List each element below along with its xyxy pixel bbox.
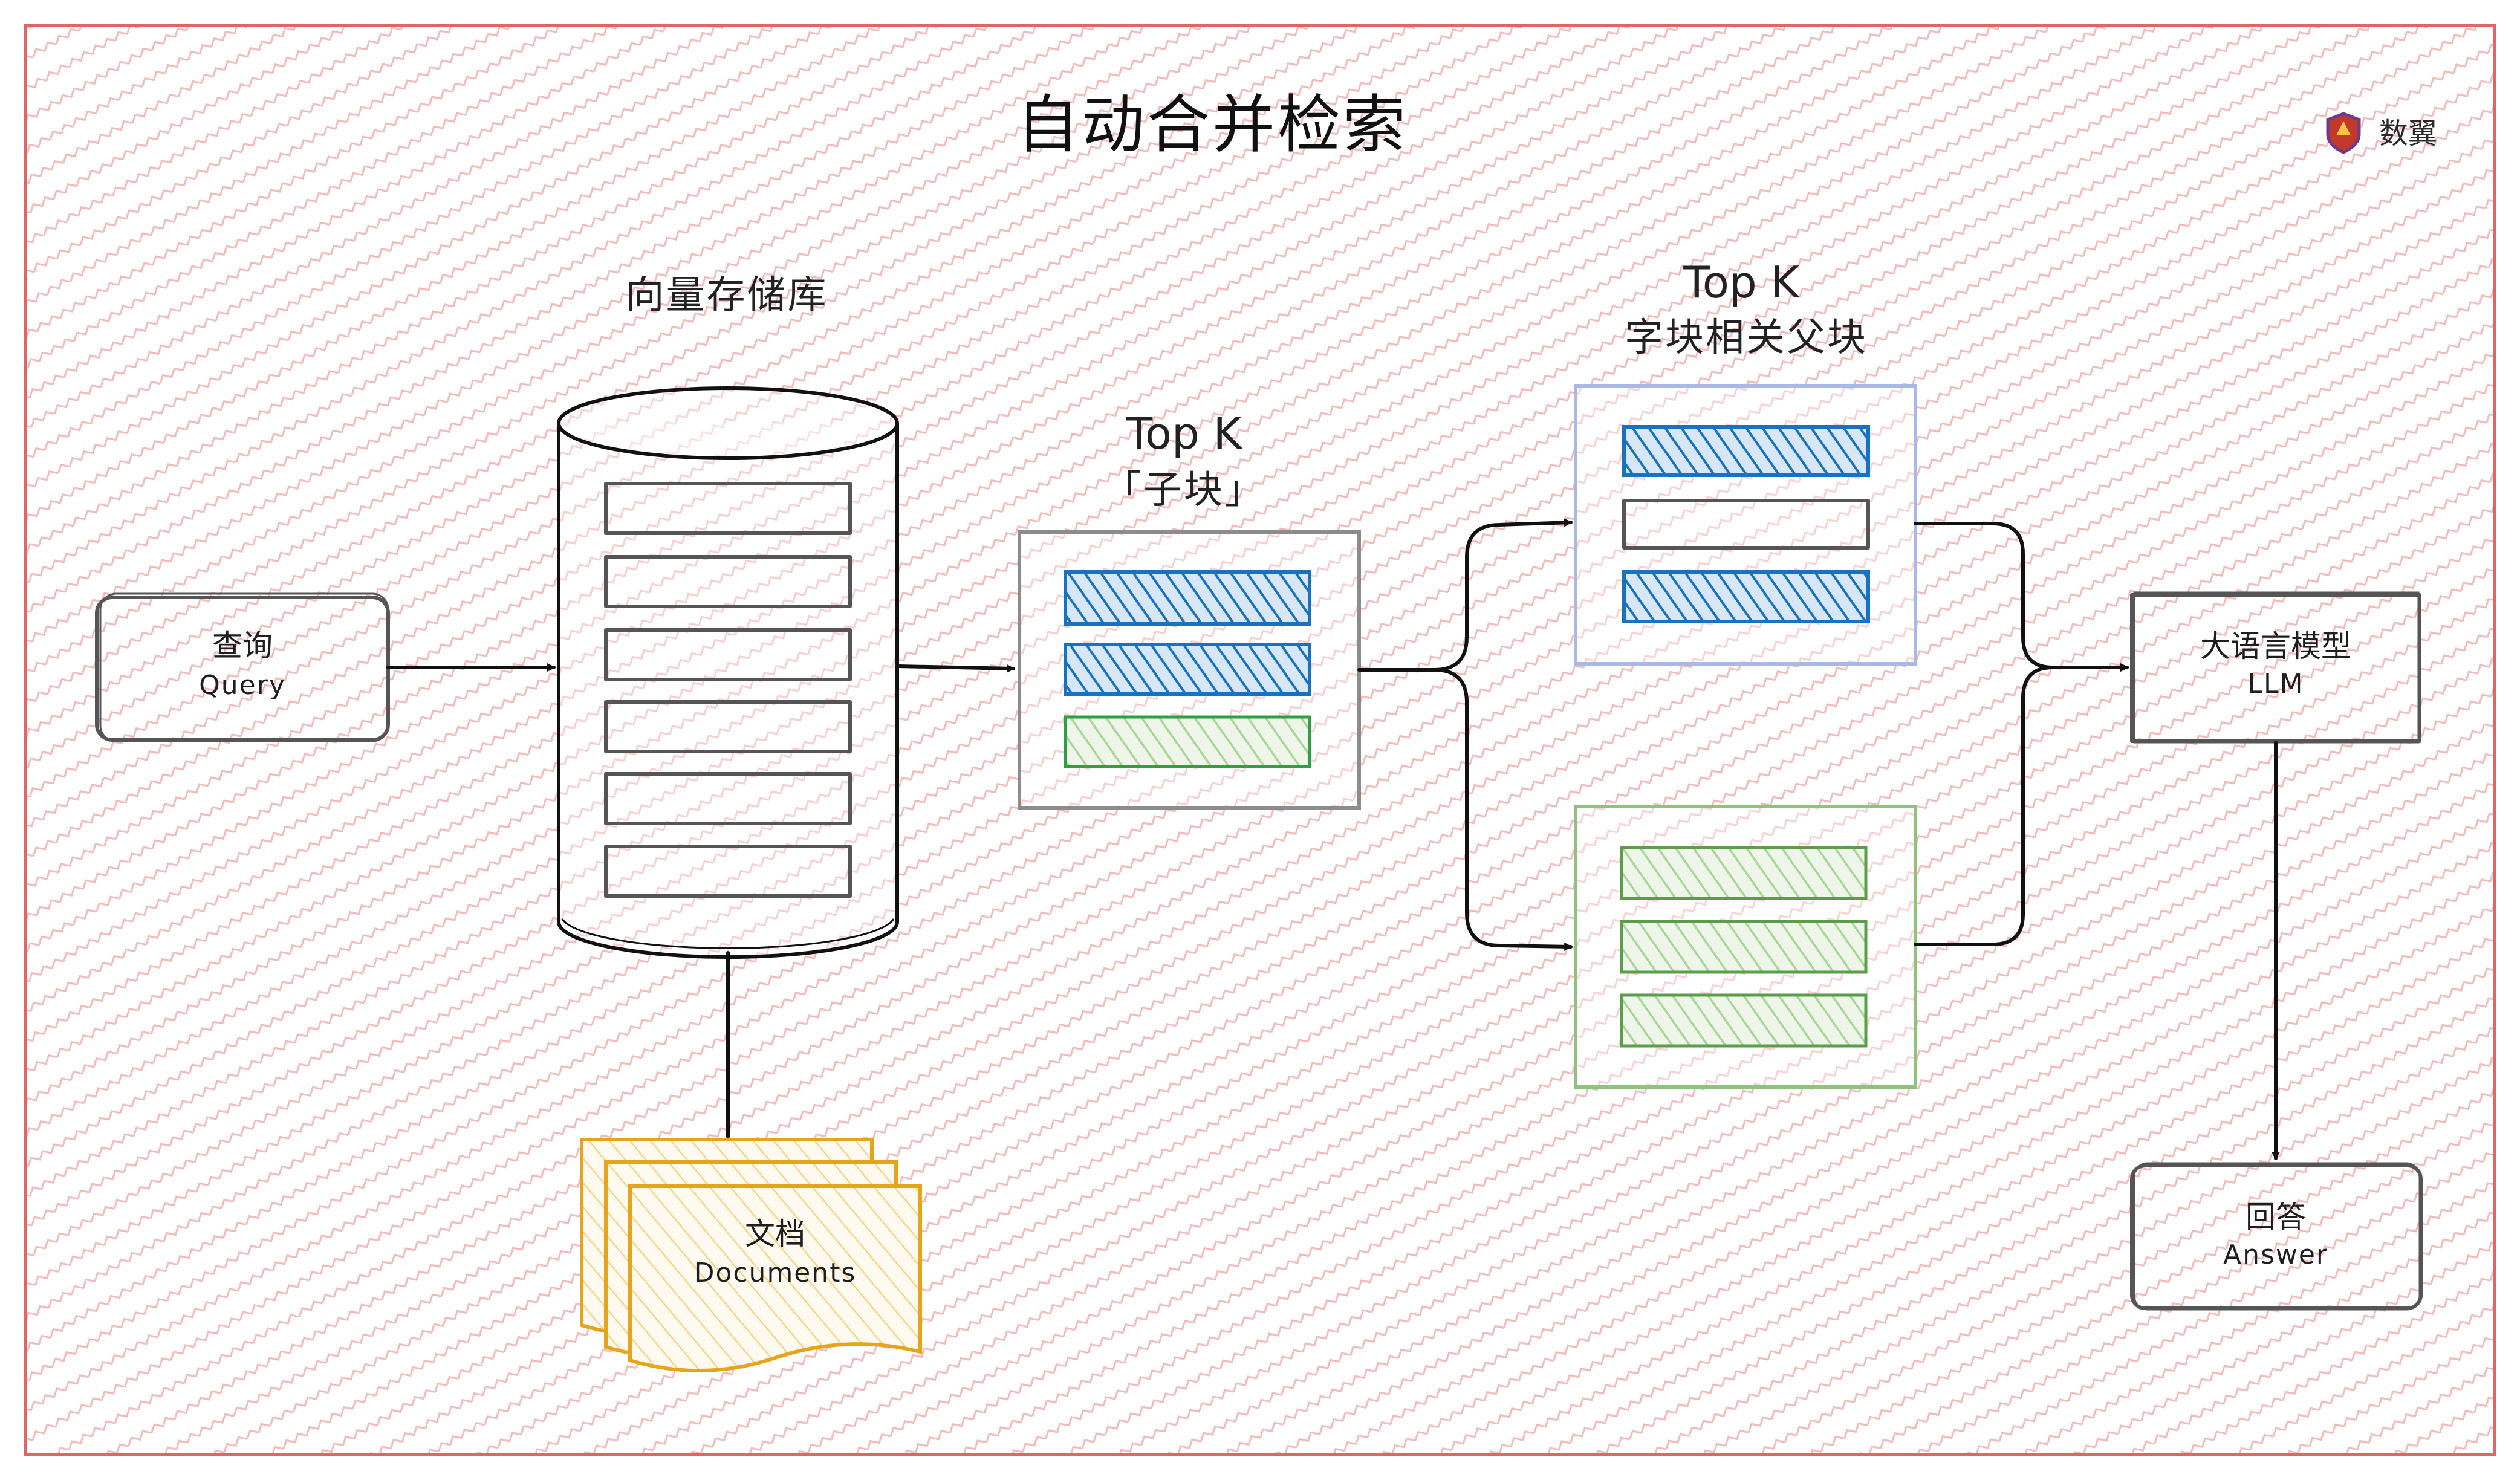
diagram-title: 自动合并检索 bbox=[1016, 88, 1408, 161]
vector-store-label: 向量存储库 bbox=[626, 273, 828, 318]
parent-chunk-box-green[interactable] bbox=[1574, 805, 1917, 1089]
auto-merge-retrieval-diagram: 自动合并检索 数翼 查询 Query 向量存储库 文档 Documents To… bbox=[0, 0, 2520, 1480]
child-chunks-label-bottom: 「子块」 bbox=[1103, 468, 1265, 513]
child-chunk-blue bbox=[1064, 570, 1311, 626]
parent-chunk-box-blue[interactable] bbox=[1574, 384, 1917, 666]
brand-logo: 数翼 bbox=[2326, 112, 2437, 154]
parent-chunk-green bbox=[1620, 920, 1868, 974]
query-subtitle: Query bbox=[199, 670, 286, 701]
child-chunk-green bbox=[1064, 715, 1311, 768]
child-chunks-box[interactable] bbox=[1018, 530, 1361, 810]
documents-title: 文档 bbox=[745, 1216, 805, 1251]
diagram-canvas: 自动合并检索 数翼 查询 Query 向量存储库 文档 Documents To… bbox=[0, 0, 2520, 1480]
query-title: 查询 bbox=[212, 628, 273, 663]
documents-subtitle: Documents bbox=[694, 1258, 857, 1288]
brand-name: 数翼 bbox=[2379, 117, 2437, 151]
parent-chunk-green bbox=[1620, 993, 1868, 1048]
llm-subtitle: LLM bbox=[2248, 669, 2304, 699]
answer-subtitle: Answer bbox=[2223, 1239, 2328, 1270]
parent-chunk-green bbox=[1620, 846, 1868, 900]
vector-store-cylinder[interactable] bbox=[557, 386, 899, 959]
documents-stack[interactable]: 文档 Documents bbox=[580, 1138, 922, 1372]
store-to-child-chunks-arrow bbox=[897, 664, 1015, 673]
child-chunk-blue bbox=[1064, 643, 1311, 696]
parent-chunks-label-bottom: 字块相关父块 bbox=[1625, 316, 1868, 360]
child-chunks-label-top: Top K bbox=[1125, 408, 1242, 459]
parent-chunk-blue bbox=[1622, 425, 1870, 477]
parent-chunk-blue bbox=[1622, 570, 1870, 623]
llm-title: 大语言模型 bbox=[2200, 629, 2351, 664]
answer-title: 回答 bbox=[2246, 1199, 2306, 1235]
parent-chunks-label-top: Top K bbox=[1683, 257, 1800, 308]
